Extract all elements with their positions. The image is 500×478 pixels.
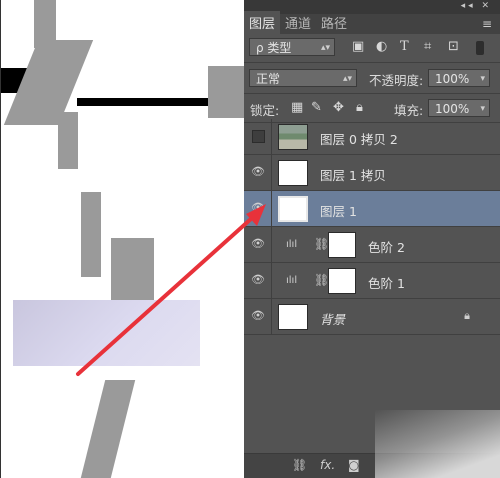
link-icon[interactable]: ⛓︎ (292, 458, 307, 472)
document-canvas[interactable] (0, 0, 244, 478)
layer-thumbnail (278, 160, 308, 186)
eye-icon[interactable]: 👁︎ (251, 238, 265, 250)
image-filter-icon[interactable]: ▣ (352, 39, 364, 54)
shape-filter-icon[interactable]: ⌗ (424, 39, 431, 54)
layer-name: 背景 (320, 312, 346, 327)
adjustment-filter-icon[interactable]: ◐ (376, 39, 387, 54)
mask-icon[interactable]: ◙ (348, 458, 360, 472)
layers-list: 图层 0 拷贝 2 👁︎ 图层 1 拷贝 👁︎ 图层 1 👁︎ ılıl ⛓︎ … (244, 119, 500, 335)
redacted-region (13, 300, 200, 366)
smart-object-filter-icon[interactable]: ⊡ (448, 39, 459, 54)
divider (271, 263, 272, 299)
canvas-shape (111, 238, 154, 308)
canvas-shape (208, 66, 244, 118)
eye-icon[interactable]: 👁︎ (251, 166, 265, 178)
fill-label: 填充: (394, 103, 424, 118)
layer-row[interactable]: 👁︎ ılıl ⛓︎ 色阶 2 (244, 227, 500, 263)
panel-bottom-bar: ⛓︎ fx. ◙ (244, 453, 500, 478)
lock-all-icon[interactable]: 🔒︎ (356, 100, 363, 115)
tab-channels[interactable]: 通道 (280, 11, 316, 34)
chevron-down-icon: ▾ (480, 104, 485, 114)
lock-move-icon[interactable]: ✥ (333, 100, 344, 115)
canvas-shape (58, 112, 78, 169)
layer-row[interactable]: 👁︎ ılıl ⛓︎ 色阶 1 (244, 263, 500, 299)
lock-transparent-icon[interactable]: ▦ (291, 100, 303, 115)
layer-row[interactable]: 图层 0 拷贝 2 (244, 119, 500, 155)
divider (271, 191, 272, 227)
chevron-updown-icon: ▴▾ (342, 74, 352, 84)
blend-row: 正常 ▴▾ 不透明度: 100% ▾ (244, 63, 500, 94)
divider (271, 119, 272, 155)
canvas-shape (34, 0, 56, 48)
layer-name: 图层 1 (320, 204, 357, 219)
canvas-shape (81, 192, 101, 277)
chevron-updown-icon: ▴▾ (320, 43, 330, 53)
divider (271, 227, 272, 263)
panel-tabs: 图层 通道 路径 ≡ (244, 11, 500, 34)
tab-paths[interactable]: 路径 (316, 11, 352, 34)
layer-name: 色阶 2 (368, 240, 405, 255)
levels-icon: ılıl (286, 239, 298, 250)
filter-row: ρ 类型 ▴▾ ▣ ◐ T ⌗ ⊡ (244, 34, 500, 63)
layer-thumbnail (278, 304, 308, 330)
layer-row-selected[interactable]: 👁︎ 图层 1 (244, 191, 500, 227)
visibility-toggle[interactable] (252, 130, 265, 143)
filter-type-dropdown[interactable]: ρ 类型 ▴▾ (249, 38, 335, 56)
layer-row[interactable]: 👁︎ 背景 🔒︎ (244, 299, 500, 335)
blend-mode-value: 正常 (256, 72, 281, 86)
opacity-value: 100% (435, 72, 470, 86)
opacity-field[interactable]: 100% ▾ (428, 69, 490, 87)
levels-icon: ılıl (286, 275, 298, 286)
canvas-shape (80, 380, 136, 478)
filter-type-label: ρ 类型 (256, 41, 292, 55)
lock-brush-icon[interactable]: ✎ (311, 100, 322, 115)
blend-mode-dropdown[interactable]: 正常 ▴▾ (249, 69, 357, 87)
tab-layers[interactable]: 图层 (244, 11, 281, 34)
layers-panel: ◂◂ ✕ 图层 通道 路径 ≡ ρ 类型 ▴▾ ▣ ◐ T ⌗ ⊡ 正常 ▴▾ … (244, 0, 500, 478)
chevron-down-icon: ▾ (480, 74, 485, 84)
divider (271, 299, 272, 335)
layer-name: 图层 0 拷贝 2 (320, 132, 398, 147)
lock-icon: 🔒︎ (464, 309, 470, 322)
filter-toggle-icon[interactable] (476, 41, 484, 55)
panel-menu-icon[interactable]: ≡ (482, 17, 492, 31)
text-filter-icon[interactable]: T (400, 39, 409, 54)
layer-name: 图层 1 拷贝 (320, 168, 386, 183)
fx-icon[interactable]: fx. (320, 458, 335, 472)
divider (271, 155, 272, 191)
layer-row[interactable]: 👁︎ 图层 1 拷贝 (244, 155, 500, 191)
fill-field[interactable]: 100% ▾ (428, 99, 490, 117)
panel-collapse-controls[interactable]: ◂◂ ✕ (461, 1, 492, 11)
eye-icon[interactable]: 👁︎ (251, 274, 265, 286)
fill-value: 100% (435, 102, 470, 116)
layer-mask-thumbnail (328, 268, 356, 294)
layer-name: 色阶 1 (368, 276, 405, 291)
eye-icon[interactable]: 👁︎ (251, 202, 265, 214)
layer-thumbnail (278, 124, 308, 150)
layer-mask-thumbnail (328, 232, 356, 258)
chain-link-icon[interactable]: ⛓︎ (314, 273, 329, 287)
layer-thumbnail (278, 196, 308, 222)
chain-link-icon[interactable]: ⛓︎ (314, 237, 329, 251)
eye-icon[interactable]: 👁︎ (251, 310, 265, 322)
opacity-label: 不透明度: (369, 73, 424, 88)
lock-label: 锁定: (250, 103, 280, 118)
